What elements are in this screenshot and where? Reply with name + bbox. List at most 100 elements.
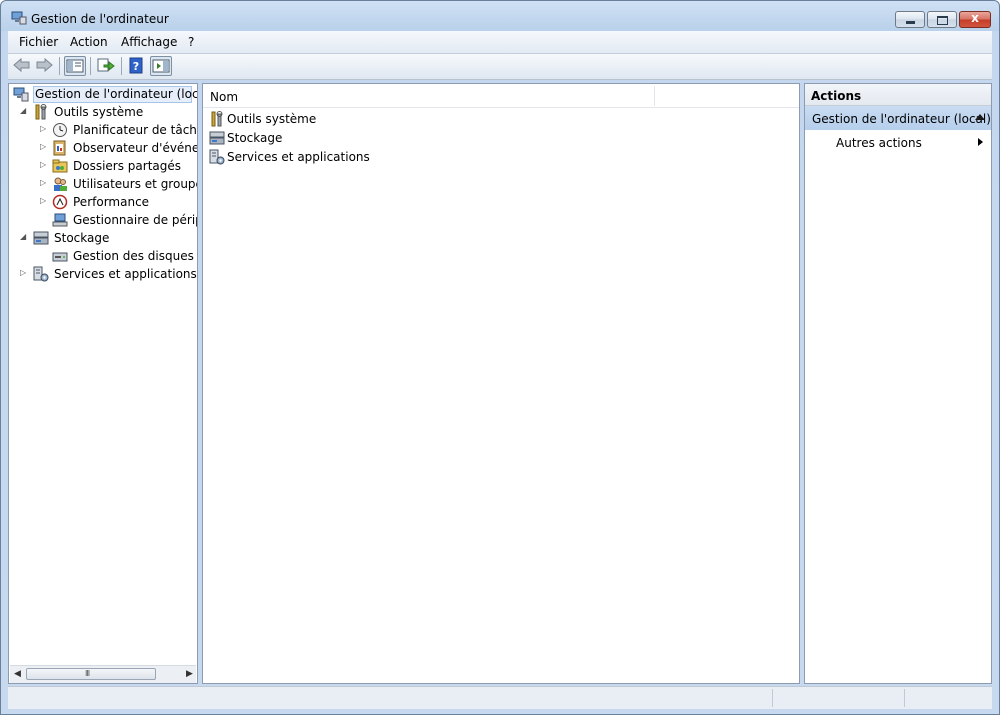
results-pane[interactable]: Nom Outils système Stockage Services et … bbox=[202, 83, 800, 684]
tree-item-utilisateurs[interactable]: ▷ Utilisateurs et groupes l bbox=[9, 175, 197, 193]
title-bar[interactable]: Gestion de l'ordinateur x bbox=[1, 1, 999, 31]
help-icon: ? bbox=[129, 57, 143, 74]
action-autres-actions[interactable]: Autres actions bbox=[805, 132, 991, 152]
menu-bar: Fichier Action Affichage ? bbox=[8, 31, 992, 54]
tree-label: Utilisateurs et groupes l bbox=[73, 177, 197, 191]
forward-arrow-icon bbox=[36, 57, 53, 73]
tree-label: Gestionnaire de périphé bbox=[73, 213, 197, 227]
svg-text:?: ? bbox=[133, 60, 139, 73]
close-button[interactable]: x bbox=[959, 11, 991, 28]
tree-item-stockage[interactable]: ◢ Stockage bbox=[9, 229, 197, 247]
status-bar bbox=[8, 686, 992, 709]
scroll-left-icon[interactable]: ◀ bbox=[14, 669, 21, 679]
tree-root-label: Gestion de l'ordinateur (local) bbox=[35, 87, 198, 101]
performance-icon bbox=[52, 194, 68, 210]
menu-fichier[interactable]: Fichier bbox=[19, 35, 58, 49]
clock-icon bbox=[53, 123, 67, 137]
tree-label: Stockage bbox=[54, 231, 110, 245]
tree-item-root[interactable]: Gestion de l'ordinateur (local) bbox=[9, 85, 197, 103]
tree-item-dossiers-partages[interactable]: ▷ Dossiers partagés bbox=[9, 157, 197, 175]
console-tree[interactable]: Gestion de l'ordinateur (local) ◢ Outils… bbox=[8, 83, 198, 684]
expand-closed-icon[interactable]: ▷ bbox=[40, 143, 48, 151]
column-header-nom[interactable]: Nom bbox=[210, 90, 238, 104]
status-separator bbox=[772, 689, 773, 707]
tree-item-gestion-disques[interactable]: Gestion des disques bbox=[9, 247, 197, 265]
list-header: Nom bbox=[203, 84, 799, 108]
computer-management-icon bbox=[11, 11, 27, 25]
tree-item-performance[interactable]: ▷ Performance bbox=[9, 193, 197, 211]
services-icon bbox=[209, 149, 225, 165]
tree-item-services-applications[interactable]: ▷ Services et applications bbox=[9, 265, 197, 283]
forward-button[interactable] bbox=[34, 56, 56, 76]
expand-closed-icon[interactable]: ▷ bbox=[40, 197, 48, 205]
minimize-button[interactable] bbox=[895, 11, 925, 28]
tree-item-gestionnaire-peripheriques[interactable]: Gestionnaire de périphé bbox=[9, 211, 197, 229]
list-item-label: Outils système bbox=[227, 112, 317, 126]
show-hide-action-pane-icon bbox=[152, 59, 170, 73]
tree-label: Gestion des disques bbox=[73, 249, 194, 263]
tree-horizontal-scrollbar[interactable]: ◀ III ▶ bbox=[10, 665, 196, 683]
help-button[interactable]: ? bbox=[126, 56, 148, 76]
close-icon: x bbox=[971, 11, 979, 25]
storage-icon bbox=[33, 231, 49, 245]
submenu-arrow-icon bbox=[978, 138, 983, 146]
back-button[interactable] bbox=[12, 56, 34, 76]
tree-label: Planificateur de tâches bbox=[73, 123, 198, 137]
disk-icon bbox=[52, 252, 68, 262]
list-item-stockage[interactable]: Stockage bbox=[209, 129, 609, 147]
back-arrow-icon bbox=[13, 57, 30, 73]
show-hide-action-pane-button[interactable] bbox=[150, 56, 172, 76]
users-icon bbox=[54, 177, 67, 191]
status-separator bbox=[904, 689, 905, 707]
tree-label: Services et applications bbox=[54, 267, 197, 281]
tree-item-observateur[interactable]: ▷ Observateur d'événeme bbox=[9, 139, 197, 157]
toolbar: ? bbox=[8, 54, 992, 80]
export-list-icon bbox=[97, 58, 115, 72]
toolbar-separator bbox=[90, 57, 91, 75]
services-icon bbox=[33, 266, 49, 282]
show-hide-tree-icon bbox=[66, 59, 84, 73]
action-label: Autres actions bbox=[836, 136, 922, 150]
actions-section-computer-management[interactable]: Gestion de l'ordinateur (local) bbox=[805, 106, 991, 130]
tree-item-outils-systeme[interactable]: ◢ Outils système bbox=[9, 103, 197, 121]
menu-action[interactable]: Action bbox=[70, 35, 108, 49]
expand-closed-icon[interactable]: ▷ bbox=[40, 179, 48, 187]
scroll-right-icon[interactable]: ▶ bbox=[186, 669, 193, 679]
tree-label: Outils système bbox=[54, 105, 144, 119]
export-list-button[interactable] bbox=[95, 56, 117, 76]
tree-label: Performance bbox=[73, 195, 150, 209]
actions-pane: Actions Gestion de l'ordinateur (local) … bbox=[804, 83, 992, 684]
list-item-label: Stockage bbox=[227, 131, 283, 145]
toolbar-separator bbox=[59, 57, 60, 75]
list-item-outils-systeme[interactable]: Outils système bbox=[209, 110, 609, 128]
storage-icon bbox=[209, 131, 225, 145]
scroll-grip: III bbox=[85, 669, 90, 678]
menu-affichage[interactable]: Affichage bbox=[121, 35, 177, 49]
window-title: Gestion de l'ordinateur bbox=[31, 12, 169, 26]
device-manager-icon bbox=[52, 213, 68, 227]
expand-closed-icon[interactable]: ▷ bbox=[40, 125, 48, 133]
tools-icon bbox=[35, 104, 47, 120]
expand-closed-icon[interactable]: ▷ bbox=[20, 269, 28, 277]
maximize-button[interactable] bbox=[927, 11, 957, 28]
toolbar-separator bbox=[121, 57, 122, 75]
tools-icon bbox=[211, 111, 223, 127]
list-item-label: Services et applications bbox=[227, 150, 370, 164]
scroll-thumb[interactable]: III bbox=[26, 668, 156, 680]
tree-item-planificateur[interactable]: ▷ Planificateur de tâches bbox=[9, 121, 197, 139]
column-divider[interactable] bbox=[654, 86, 655, 106]
list-item-services-applications[interactable]: Services et applications bbox=[209, 148, 609, 166]
event-viewer-icon bbox=[53, 140, 66, 156]
actions-section-label: Gestion de l'ordinateur (local) bbox=[812, 112, 991, 126]
main-window: Gestion de l'ordinateur x Fichier Action… bbox=[0, 0, 1000, 715]
shared-folder-icon bbox=[52, 159, 68, 173]
expand-open-icon[interactable]: ◢ bbox=[20, 107, 28, 115]
expand-closed-icon[interactable]: ▷ bbox=[40, 161, 48, 169]
expand-open-icon[interactable]: ◢ bbox=[20, 233, 28, 241]
tree-label: Observateur d'événeme bbox=[73, 141, 197, 155]
menu-help[interactable]: ? bbox=[188, 35, 194, 49]
collapse-up-icon[interactable] bbox=[975, 114, 985, 120]
actions-header: Actions bbox=[805, 84, 991, 106]
show-hide-tree-button[interactable] bbox=[64, 56, 86, 76]
computer-management-icon bbox=[13, 87, 29, 102]
